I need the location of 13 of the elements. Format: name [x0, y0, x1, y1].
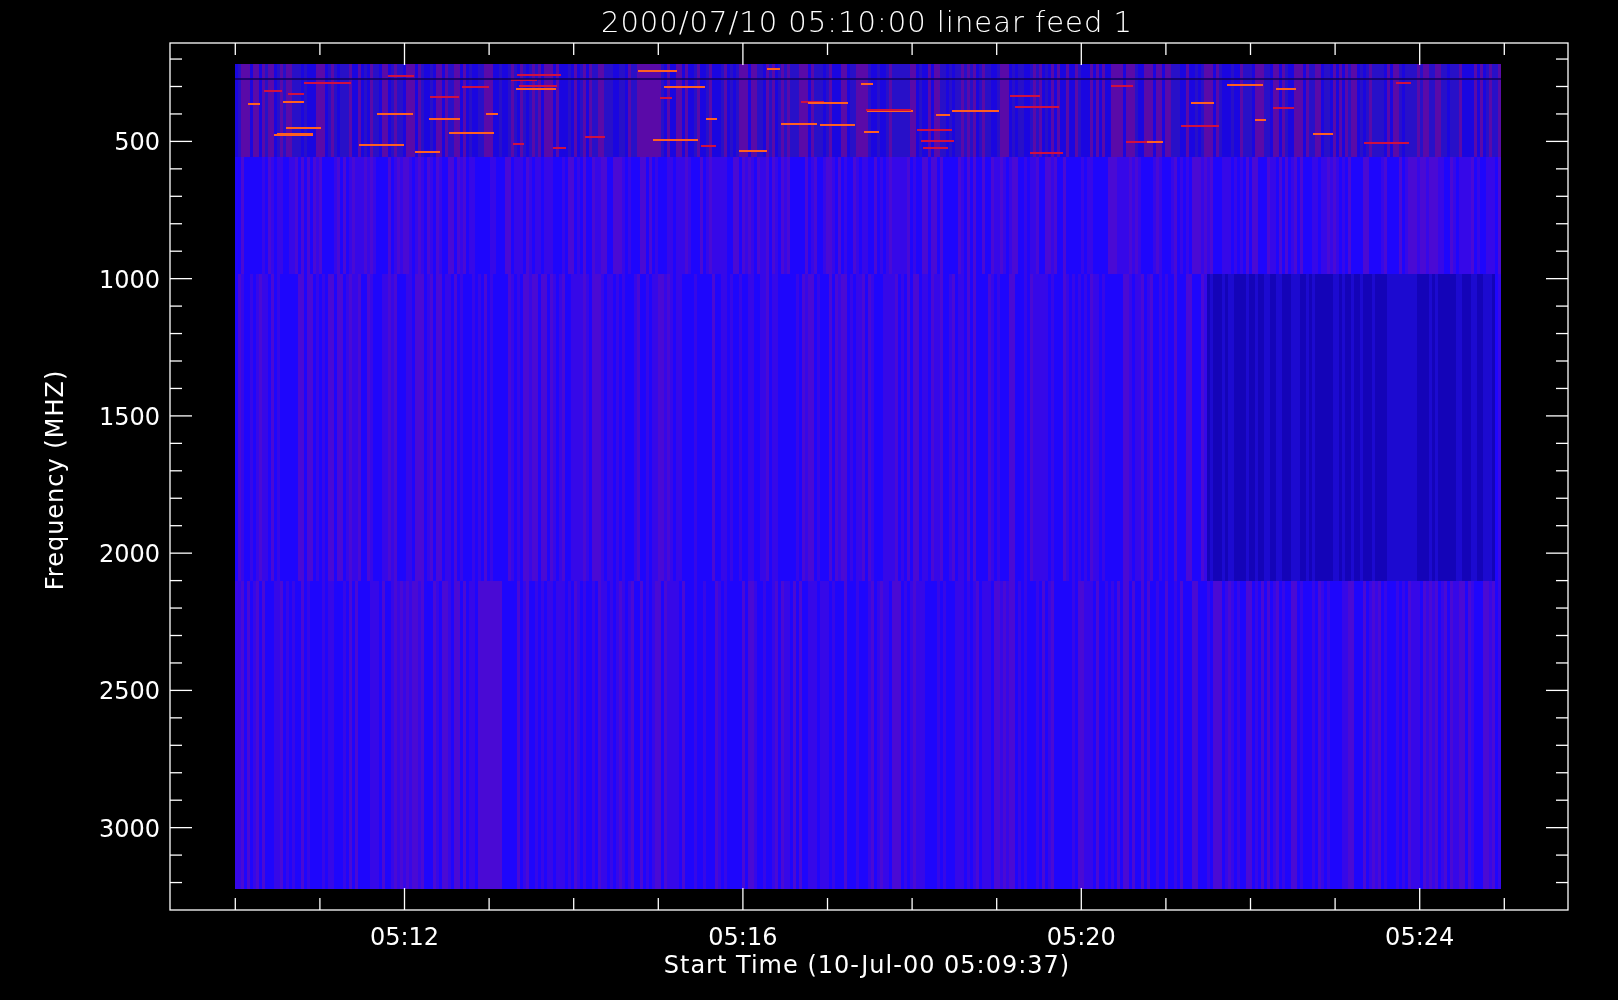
tick-label: 2500 — [98, 677, 160, 706]
tick-label: 05:12 — [369, 923, 440, 951]
tick-label: 1500 — [98, 402, 160, 431]
tick-label: 05:20 — [1046, 923, 1116, 951]
tick-label: 1000 — [98, 265, 160, 294]
axis-label: Start Time (10-Jul-00 05:09:37) — [663, 951, 1071, 979]
tick-label: 3000 — [98, 814, 160, 843]
tick-label: 05:16 — [708, 923, 778, 951]
plot-title: 2000/07/10 05:10:00 linear feed 1 — [601, 5, 1133, 39]
tick-label: 05:24 — [1385, 923, 1455, 951]
tick-label: 2000 — [98, 540, 160, 569]
axis-label: Frequency (MHZ) — [41, 369, 69, 591]
tick-label: 500 — [114, 128, 160, 157]
